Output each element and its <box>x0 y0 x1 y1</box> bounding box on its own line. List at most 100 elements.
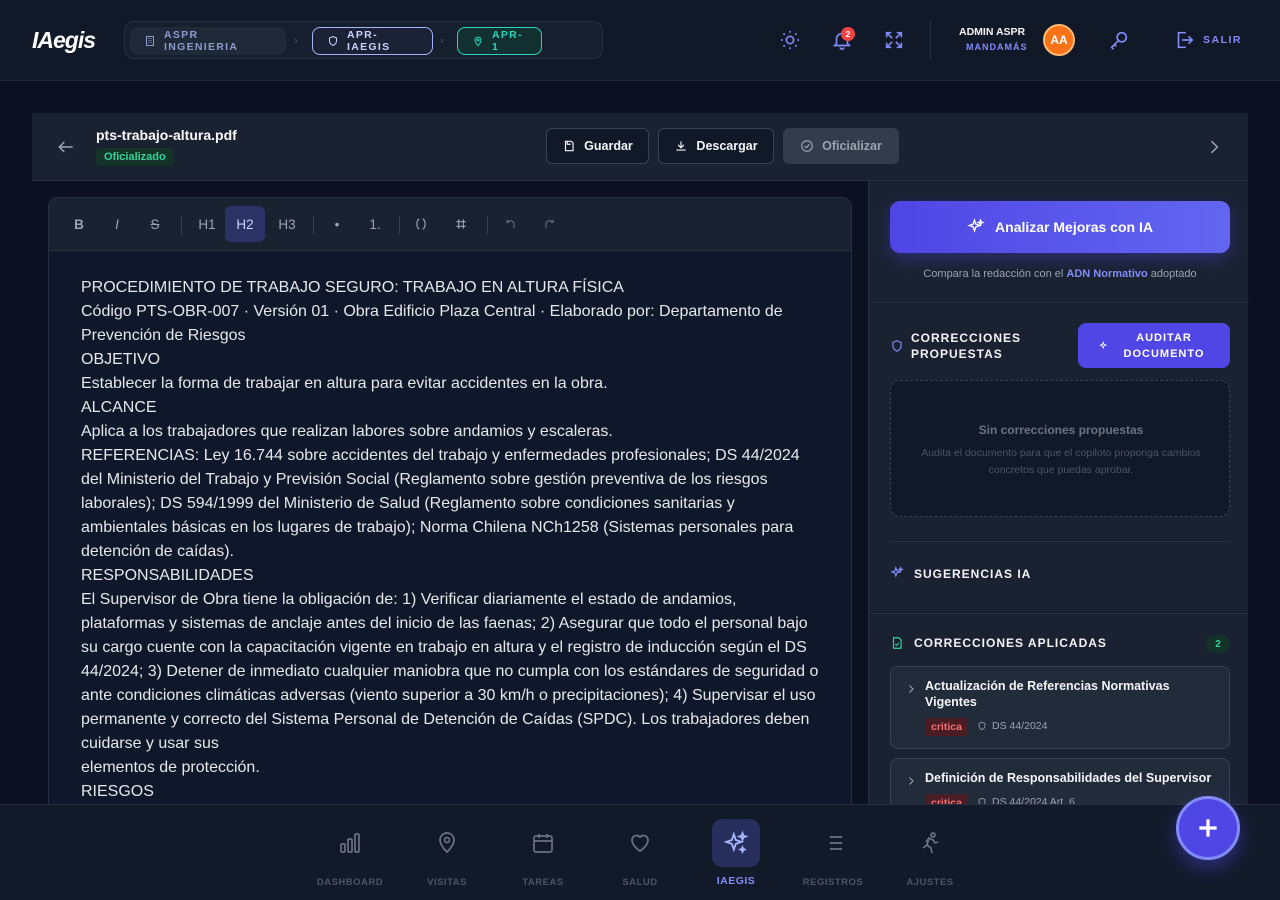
bar-chart-icon <box>326 819 374 867</box>
nav-item-iaegis[interactable]: IAEGIS <box>701 819 771 889</box>
doc-heading: ALCANCE <box>81 399 157 416</box>
doc-title: PROCEDIMIENTO DE TRABAJO SEGURO: TRABAJO… <box>81 279 624 296</box>
chevron-right-icon[interactable] <box>905 683 917 695</box>
card-title: Definición de Responsabilidades del Supe… <box>925 771 1212 785</box>
breadcrumb-site-label: APR-1 <box>492 29 523 53</box>
breadcrumb-site[interactable]: APR-1 <box>457 27 542 55</box>
nav-label: IAEGIS <box>716 875 756 887</box>
nav-item-visitas[interactable]: VISITAS <box>412 819 482 889</box>
nav-item-salud[interactable]: SALUD <box>605 819 675 889</box>
avatar[interactable]: AA <box>1043 24 1075 56</box>
chevron-right-icon: › <box>294 35 298 47</box>
chevron-right-icon: › <box>440 35 444 47</box>
redo-icon[interactable] <box>533 206 565 242</box>
bottom-nav: DASHBOARD VISITAS TAREAS SALUD IAEGIS RE… <box>0 804 1280 900</box>
key-icon[interactable] <box>1108 29 1130 51</box>
download-button-label: Descargar <box>696 139 758 153</box>
doc-paragraph: El Supervisor de Obra tiene la obligació… <box>81 591 819 752</box>
divider <box>869 613 1249 614</box>
ordered-list-button[interactable]: 1. <box>359 206 391 242</box>
nav-item-ajustes[interactable]: AJUSTES <box>895 819 965 889</box>
save-button-label: Guardar <box>584 139 633 153</box>
sparkles-icon <box>890 566 904 580</box>
sparkles-icon <box>712 819 760 867</box>
check-circle-icon <box>800 139 814 153</box>
officialize-button[interactable]: Oficializar <box>783 128 899 164</box>
toolbar-divider <box>313 216 314 234</box>
download-button[interactable]: Descargar <box>658 128 774 164</box>
breadcrumb: ASPR INGENIERIA › APR-IAEGIS › APR-1 <box>124 21 603 59</box>
card-title: Actualización de Referencias Normativas … <box>925 679 1170 709</box>
table-icon[interactable] <box>445 206 477 242</box>
sparkles-icon <box>1099 340 1109 351</box>
save-icon <box>562 139 576 153</box>
shield-icon <box>977 721 987 731</box>
save-button[interactable]: Guardar <box>546 128 649 164</box>
download-icon <box>674 139 688 153</box>
toolbar-divider <box>181 216 182 234</box>
user-role: MANDAMÁS <box>966 42 1028 52</box>
status-badge: Oficializado <box>96 148 174 166</box>
add-button[interactable] <box>1176 796 1240 860</box>
heading1-button[interactable]: H1 <box>189 206 225 242</box>
corrections-empty-state: Sin correcciones propuestas Audita el do… <box>890 380 1230 517</box>
adn-normativo-link[interactable]: ADN Normativo <box>1066 268 1147 280</box>
app-logo[interactable]: IAegis <box>32 27 96 54</box>
applied-correction-card[interactable]: Actualización de Referencias Normativas … <box>890 666 1230 749</box>
chevron-right-icon[interactable] <box>1204 137 1224 157</box>
doc-heading: OBJETIVO <box>81 351 161 368</box>
applied-title: CORRECCIONES APLICADAS <box>914 636 1107 650</box>
shield-icon <box>890 339 904 353</box>
italic-button[interactable]: I <box>101 206 133 242</box>
analyze-ai-button[interactable]: Analizar Mejoras con IA <box>890 201 1230 253</box>
list-icon <box>809 819 857 867</box>
strikethrough-button[interactable]: S <box>139 206 171 242</box>
logout-icon[interactable] <box>1173 29 1195 51</box>
nav-label: TAREAS <box>522 877 564 888</box>
ai-panel: Analizar Mejoras con IA Compara la redac… <box>868 181 1249 900</box>
nav-item-tareas[interactable]: TAREAS <box>508 819 578 889</box>
heading3-button[interactable]: H3 <box>269 206 305 242</box>
undo-icon[interactable] <box>495 206 527 242</box>
empty-text: Audita el documento para que el copiloto… <box>921 447 1201 476</box>
bullet-list-button[interactable]: • <box>321 206 353 242</box>
subtitle-text: adoptado <box>1147 268 1197 280</box>
corrections-title: CORRECCIONES PROPUESTAS <box>911 331 1022 361</box>
calendar-icon <box>519 819 567 867</box>
map-pin-icon <box>472 35 484 47</box>
shield-icon <box>327 35 339 47</box>
document-content[interactable]: PROCEDIMIENTO DE TRABAJO SEGURO: TRABAJO… <box>81 276 821 804</box>
nav-label: DASHBOARD <box>316 877 384 888</box>
quote-icon[interactable] <box>405 206 437 242</box>
audit-document-button[interactable]: AUDITAR DOCUMENTO <box>1078 323 1230 368</box>
empty-title: Sin correcciones propuestas <box>978 423 1144 437</box>
breadcrumb-company-label: ASPR INGENIERIA <box>164 29 239 53</box>
document-header: pts-trabajo-altura.pdf Oficializado Guar… <box>32 113 1248 181</box>
doc-paragraph: Código PTS-OBR-007 · Versión 01 · Obra E… <box>81 303 783 344</box>
suggestions-title: SUGERENCIAS IA <box>914 567 1032 581</box>
expand-icon[interactable] <box>883 29 905 51</box>
subtitle-text: Compara la redacción con el <box>923 268 1067 280</box>
notification-badge: 2 <box>841 27 855 41</box>
nav-label: VISITAS <box>427 877 467 888</box>
heart-icon <box>616 819 664 867</box>
breadcrumb-company[interactable]: ASPR INGENIERIA <box>130 27 286 55</box>
breadcrumb-project[interactable]: APR-IAEGIS <box>312 27 433 55</box>
nav-item-registros[interactable]: REGISTROS <box>798 819 868 889</box>
sun-icon[interactable] <box>779 29 801 51</box>
norm-reference: DS 44/2024 <box>977 720 1047 732</box>
chevron-right-icon[interactable] <box>905 775 917 787</box>
nav-item-dashboard[interactable]: DASHBOARD <box>315 819 385 889</box>
arrow-left-icon[interactable] <box>56 137 76 157</box>
audit-document-label: AUDITAR DOCUMENTO <box>1123 331 1205 360</box>
toolbar-divider <box>399 216 400 234</box>
toolbar-divider <box>487 216 488 234</box>
document-editor: B I S H1 H2 H3 • 1. PROCEDIMIENTO DE TRA… <box>48 197 852 900</box>
norm-reference-label: DS 44/2024 <box>992 720 1048 732</box>
running-figure-icon <box>906 819 954 867</box>
logout-button[interactable]: SALIR <box>1203 34 1242 46</box>
bold-button[interactable]: B <box>63 206 95 242</box>
user-name: ADMIN ASPR <box>959 26 1026 38</box>
heading2-button[interactable]: H2 <box>225 206 265 242</box>
doc-heading: RESPONSABILIDADES <box>81 567 254 584</box>
